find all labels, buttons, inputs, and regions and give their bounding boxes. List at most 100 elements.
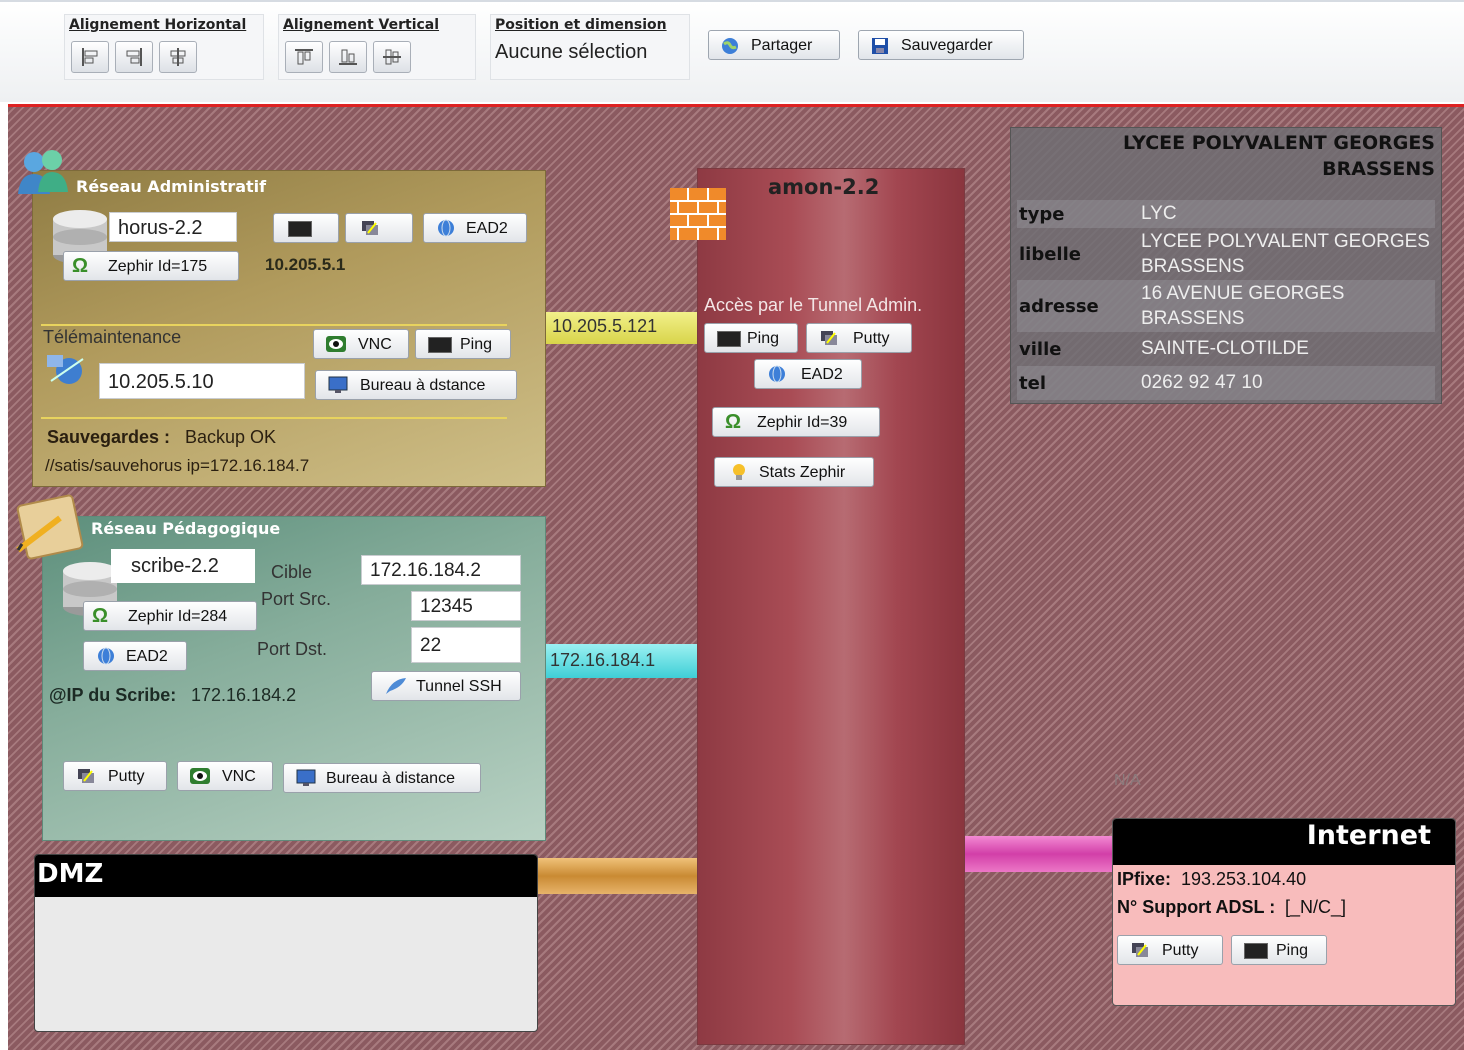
align-horizontal-group: Alignement Horizontal: [64, 14, 264, 80]
terminal-icon: [717, 331, 741, 347]
amon-title: amon-2.2: [768, 175, 880, 199]
putty-icon: [1132, 943, 1148, 957]
ssh-tunnel-label: Tunnel SSH: [416, 678, 502, 695]
position-value: Aucune sélection: [495, 41, 648, 63]
peda-link-ip: 172.16.184.1: [550, 650, 656, 670]
info-key: libelle: [1019, 243, 1081, 265]
peda-vnc-label: VNC: [222, 768, 256, 785]
stats-zephir-button[interactable]: Stats Zephir: [714, 457, 874, 487]
school-title: LYCEE POLYVALENT GEORGES BRASSENS: [1123, 130, 1435, 182]
align-top-icon: [295, 49, 313, 65]
save-label: Sauvegarder: [901, 37, 993, 54]
users-icon: [18, 150, 68, 194]
peda-network-panel: Réseau Pédagogique scribe-2.2 Ω Zephir I…: [42, 516, 546, 841]
scribe-ip-value: 172.16.184.2: [191, 685, 297, 705]
info-value: 0262 92 47 10: [1141, 372, 1263, 393]
cible-label: Cible: [271, 562, 313, 582]
share-label: Partager: [751, 37, 813, 54]
admin-terminal-button[interactable]: [273, 213, 339, 243]
internet-ping-button[interactable]: Ping: [1231, 935, 1327, 965]
port-dst-field[interactable]: 22: [411, 627, 521, 663]
school-info-table: type LYC libelle LYCEE POLYVALENT GEORGES …: [1017, 200, 1435, 400]
admin-network-title: Réseau Administratif: [76, 177, 267, 196]
backup-status: Backup OK: [185, 427, 277, 447]
peda-ead2-button[interactable]: EAD2: [83, 641, 187, 671]
omega-icon: Ω: [725, 411, 742, 433]
align-bottom-icon: [339, 49, 357, 65]
info-value: LYCEE POLYVALENT GEORGES BRASSENS: [1141, 231, 1430, 277]
align-bottom-button[interactable]: [329, 41, 367, 73]
monitor-icon: [328, 376, 348, 393]
lightbulb-icon: [733, 464, 745, 480]
admin-vnc-button[interactable]: VNC: [313, 329, 409, 359]
putty-icon: [362, 221, 378, 235]
notebook-icon: [16, 494, 84, 560]
port-src-field[interactable]: 12345: [411, 591, 521, 621]
info-row-type: type LYC: [1017, 200, 1435, 228]
floppy-icon: [872, 38, 888, 54]
omega-icon: Ω: [72, 255, 89, 277]
admin-ping-button[interactable]: Ping: [415, 329, 511, 359]
adsl-label: N° Support ADSL :: [1117, 897, 1276, 917]
stats-zephir-label: Stats Zephir: [759, 464, 846, 481]
internet-title: Internet: [1113, 819, 1455, 865]
admin-remote-desktop-label: Bureau à dstance: [360, 377, 486, 394]
amon-putty-label: Putty: [853, 330, 890, 347]
divider: [41, 417, 507, 419]
amon-zephir-label: Zephir Id=39: [757, 414, 848, 431]
admin-network-panel: Réseau Administratif horus-2.2 Ω Zephir …: [32, 170, 546, 487]
align-right-icon: [126, 48, 142, 66]
admin-remote-desktop-button[interactable]: Bureau à dstance: [315, 370, 517, 400]
school-title-line1: LYCEE POLYVALENT GEORGES: [1122, 132, 1435, 154]
amon-ead2-label: EAD2: [801, 366, 843, 383]
peda-remote-desktop-label: Bureau à distance: [326, 770, 455, 787]
admin-ead2-label: EAD2: [466, 220, 508, 237]
amon-zephir-button[interactable]: Ω Zephir Id=39: [712, 407, 880, 437]
internet-putty-label: Putty: [1162, 942, 1199, 959]
align-center-icon: [170, 48, 186, 66]
align-center-button[interactable]: [159, 41, 197, 73]
align-right-button[interactable]: [115, 41, 153, 73]
putty-icon: [78, 769, 94, 783]
position-group: Position et dimension Aucune sélection: [490, 14, 690, 80]
admin-ead2-button[interactable]: EAD2: [423, 213, 527, 243]
ssh-tunnel-button[interactable]: Tunnel SSH: [371, 671, 521, 701]
remote-ip-field[interactable]: 10.205.5.10: [99, 363, 305, 399]
amon-ping-button[interactable]: Ping: [704, 323, 798, 353]
eye-icon: [190, 768, 210, 784]
admin-vnc-label: VNC: [358, 336, 392, 353]
peda-zephir-button[interactable]: Ω Zephir Id=284: [83, 601, 257, 631]
admin-putty-button[interactable]: [345, 213, 413, 243]
dmz-title: DMZ: [35, 855, 537, 897]
cible-field[interactable]: 172.16.184.2: [361, 555, 521, 585]
school-info-box: LYCEE POLYVALENT GEORGES BRASSENS type LY…: [1010, 127, 1442, 404]
save-button[interactable]: Sauvegarder: [858, 30, 1024, 60]
peda-remote-desktop-button[interactable]: Bureau à distance: [283, 763, 481, 793]
peda-link: 172.16.184.1: [546, 644, 698, 678]
admin-ping-label: Ping: [460, 336, 493, 353]
monitor-icon: [296, 769, 316, 786]
firewall-icon: [670, 188, 726, 240]
peda-vnc-button[interactable]: VNC: [177, 761, 273, 791]
feather-icon: [386, 678, 406, 694]
ip-fixe-label: IPfixe:: [1117, 869, 1172, 889]
admin-zephir-button[interactable]: Ω Zephir Id=175: [63, 251, 239, 281]
align-middle-button[interactable]: [373, 41, 411, 73]
info-key: ville: [1019, 338, 1062, 360]
info-value: SAINTE-CLOTILDE: [1141, 338, 1309, 359]
admin-server-name: horus-2.2: [109, 212, 237, 242]
toolbar: Alignement Horizontal Alignement Vertica…: [0, 0, 1464, 102]
amon-ead2-button[interactable]: EAD2: [754, 359, 862, 389]
peda-putty-button[interactable]: Putty: [63, 761, 167, 791]
align-middle-icon: [383, 49, 401, 65]
internet-putty-button[interactable]: Putty: [1117, 935, 1223, 965]
align-left-button[interactable]: [71, 41, 109, 73]
network-icon: [47, 355, 84, 384]
align-vertical-title: Alignement Vertical: [283, 17, 440, 33]
share-button[interactable]: Partager: [708, 30, 840, 60]
align-top-button[interactable]: [285, 41, 323, 73]
admin-link-ip: 10.205.5.121: [552, 316, 658, 336]
na-label: N/A: [1114, 772, 1141, 789]
backup-label: Sauvegardes :: [47, 427, 171, 447]
amon-putty-button[interactable]: Putty: [806, 323, 912, 353]
